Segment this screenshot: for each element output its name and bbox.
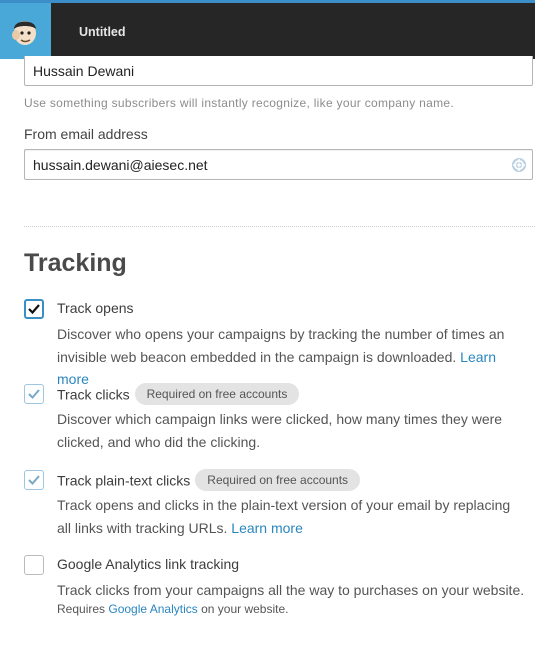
lifebuoy-icon[interactable] bbox=[512, 158, 526, 172]
track-opens-checkbox[interactable] bbox=[24, 299, 44, 319]
section-divider bbox=[24, 226, 535, 227]
requirement-prefix: Requires bbox=[57, 602, 106, 616]
campaign-title[interactable]: Untitled bbox=[79, 25, 126, 39]
track-plain-text-checkbox[interactable] bbox=[24, 470, 44, 490]
top-bar: Untitled bbox=[0, 0, 535, 59]
track-plain-text-title-row: Track plain-text clicks Required on free … bbox=[57, 469, 361, 493]
track-opens-description: Discover who opens your campaigns by tra… bbox=[57, 323, 527, 391]
checkmark-icon bbox=[28, 389, 40, 399]
requirement-suffix: on your website. bbox=[201, 602, 289, 616]
mailchimp-monkey-logo-icon bbox=[12, 21, 36, 45]
checkmark-icon bbox=[28, 475, 40, 485]
from-name-field[interactable]: Hussain Dewani bbox=[24, 56, 533, 86]
logo[interactable] bbox=[0, 3, 51, 59]
from-name-helper: Use something subscribers will instantly… bbox=[24, 96, 455, 110]
track-plain-text-description: Track opens and clicks in the plain-text… bbox=[57, 494, 527, 539]
track-opens-label: Track opens bbox=[57, 300, 134, 316]
track-opens-desc-text: Discover who opens your campaigns by tra… bbox=[57, 326, 505, 365]
checkmark-icon bbox=[28, 304, 40, 315]
google-analytics-label: Google Analytics link tracking bbox=[57, 556, 240, 572]
google-analytics-requirement: Requires Google Analytics on your websit… bbox=[57, 602, 289, 616]
from-email-value: hussain.dewani@aiesec.net bbox=[33, 157, 208, 173]
google-analytics-checkbox[interactable] bbox=[24, 555, 44, 575]
required-badge: Required on free accounts bbox=[134, 383, 300, 405]
google-analytics-link[interactable]: Google Analytics bbox=[108, 602, 197, 616]
track-clicks-title-row: Track clicks Required on free accounts bbox=[57, 383, 300, 407]
required-badge: Required on free accounts bbox=[195, 469, 361, 491]
track-clicks-label: Track clicks bbox=[57, 386, 130, 403]
from-email-label: From email address bbox=[24, 126, 148, 142]
track-clicks-description: Discover which campaign links were click… bbox=[57, 411, 503, 450]
google-analytics-description: Track clicks from your campaigns all the… bbox=[57, 582, 525, 598]
tracking-heading: Tracking bbox=[24, 249, 127, 277]
track-plain-text-learn-more-link[interactable]: Learn more bbox=[231, 520, 303, 536]
track-plain-text-label: Track plain-text clicks bbox=[57, 472, 191, 489]
from-name-value: Hussain Dewani bbox=[33, 63, 135, 79]
from-email-field[interactable]: hussain.dewani@aiesec.net bbox=[24, 149, 533, 180]
track-clicks-checkbox[interactable] bbox=[24, 384, 44, 404]
